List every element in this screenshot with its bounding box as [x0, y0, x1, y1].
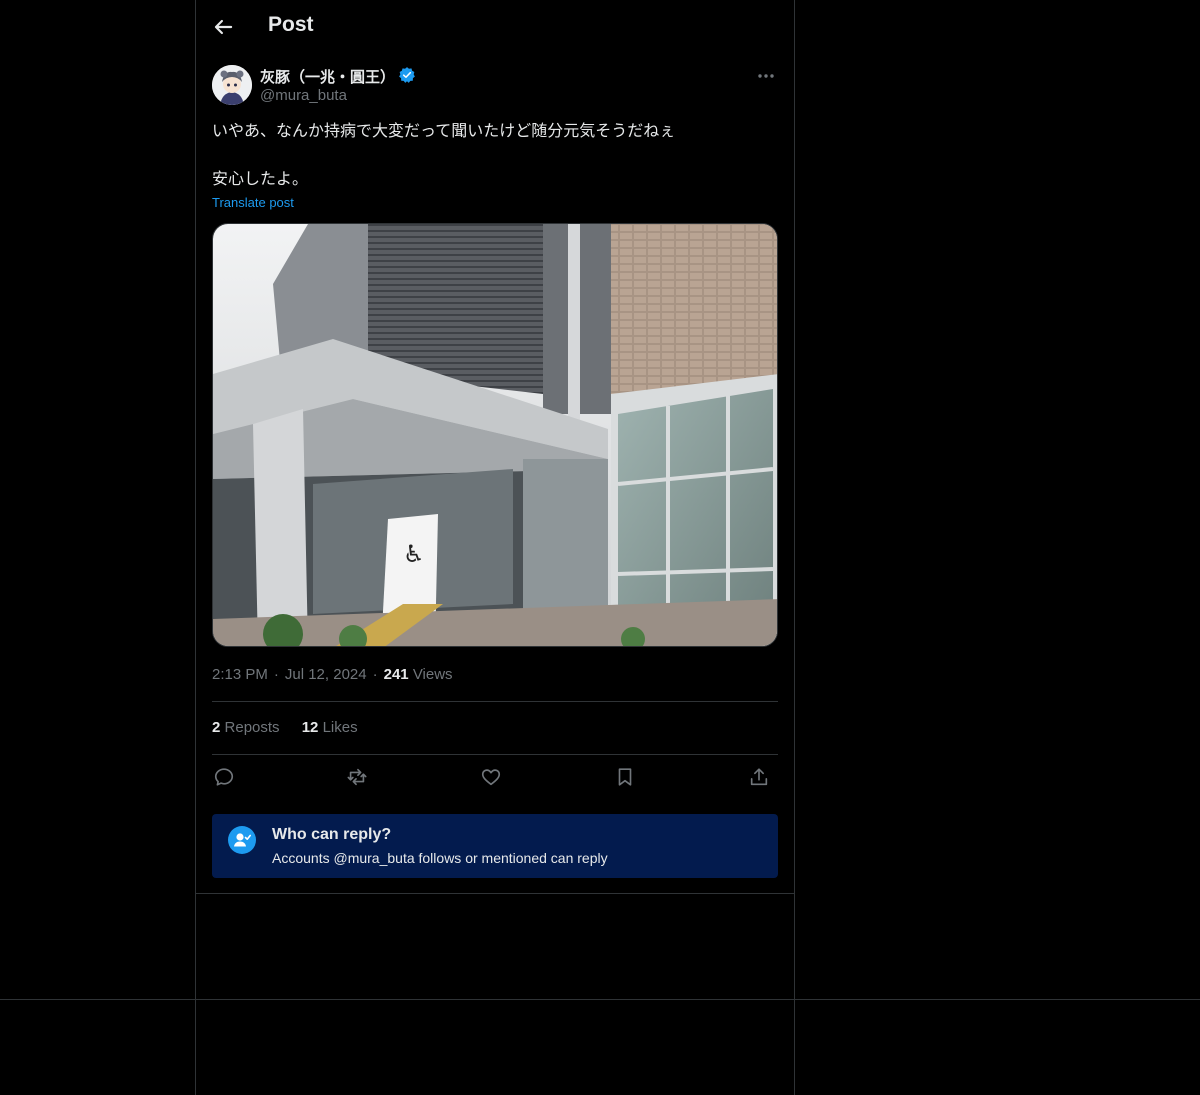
post-meta: 2:13 PM · Jul 12, 2024 · 241 Views — [212, 666, 453, 683]
reply-button[interactable] — [213, 766, 235, 788]
bottom-page-divider — [0, 999, 1200, 1000]
more-options-icon — [758, 74, 774, 78]
reposts-label: Reposts — [224, 719, 280, 736]
right-column-border — [794, 0, 795, 1095]
page-title: Post — [268, 13, 314, 36]
repost-icon — [347, 768, 367, 786]
building-entrance-photo: ♿ — [213, 224, 777, 646]
author-display-name[interactable]: 灰豚（一兆・圓王） — [260, 66, 395, 87]
bookmark-icon — [618, 768, 632, 786]
meta-separator: · — [372, 666, 378, 683]
like-icon — [481, 769, 501, 786]
author-handle[interactable]: @mura_buta — [260, 87, 347, 104]
post-author: 灰豚（一兆・圓王） @mura_buta — [212, 64, 778, 108]
verified-badge-icon — [399, 67, 415, 83]
likes-count: 12 — [301, 719, 319, 736]
share-icon — [750, 768, 768, 786]
post-stats: 2 Reposts 12 Likes — [212, 719, 376, 736]
back-button[interactable] — [210, 14, 236, 40]
post-text: いやあ、なんか持病で大変だって聞いたけど随分元気そうだねぇ 安心したよ。 — [212, 120, 778, 192]
meta-separator: · — [273, 666, 279, 683]
likes-stat[interactable]: 12 Likes — [302, 719, 358, 736]
avatar-image — [212, 65, 252, 105]
reply-icon — [214, 768, 234, 786]
column-divider — [196, 893, 794, 894]
views-count: 241 — [383, 666, 409, 683]
post-time[interactable]: 2:13 PM — [212, 666, 268, 683]
translate-post-link[interactable]: Translate post — [212, 195, 294, 210]
user-check-icon — [228, 826, 256, 854]
reposts-stat[interactable]: 2 Reposts — [212, 719, 280, 736]
views-label: Views — [412, 666, 453, 683]
post-text-line: 安心したよ。 — [212, 171, 309, 188]
like-button[interactable] — [480, 766, 502, 788]
bookmark-button[interactable] — [614, 766, 636, 788]
likes-label: Likes — [322, 719, 358, 736]
share-button[interactable] — [748, 766, 770, 788]
post-date[interactable]: Jul 12, 2024 — [285, 666, 367, 683]
page-header: Post — [196, 0, 794, 54]
repost-button[interactable] — [346, 766, 368, 788]
reply-notice-title: Who can reply? — [272, 826, 392, 843]
more-options-button[interactable] — [756, 68, 776, 84]
avatar[interactable] — [212, 65, 252, 105]
reply-restriction-notice: Who can reply? Accounts @mura_buta follo… — [212, 814, 778, 878]
svg-text:♿: ♿ — [403, 540, 425, 568]
post-photo[interactable]: ♿ — [212, 223, 778, 647]
back-arrow-icon — [214, 19, 233, 35]
divider — [212, 754, 778, 755]
reposts-count: 2 — [212, 719, 221, 736]
reply-notice-subtitle: Accounts @mura_buta follows or mentioned… — [272, 850, 608, 866]
post-text-line: いやあ、なんか持病で大変だって聞いたけど随分元気そうだねぇ — [212, 123, 676, 140]
left-column-border — [195, 0, 196, 1095]
post-action-bar — [212, 764, 778, 792]
divider — [212, 701, 778, 702]
